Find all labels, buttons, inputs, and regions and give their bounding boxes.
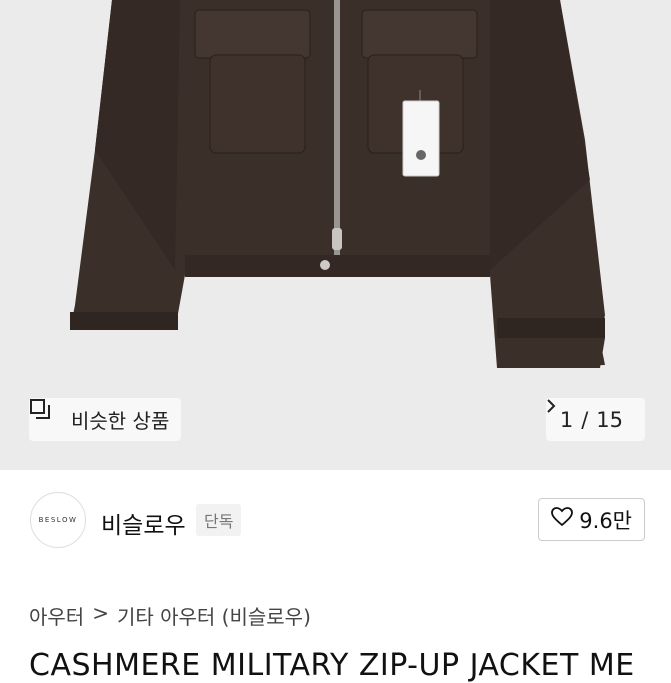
seller-section: BESLOW 비슬로우 단독 9.6만 [0,470,671,574]
like-button[interactable]: 9.6만 [538,498,645,541]
similar-icon [30,399,63,431]
seller-name[interactable]: 비슬로우 [101,506,186,540]
seller-logo-text: BESLOW [38,516,78,524]
heart-icon [551,507,574,532]
product-title: CASHMERE MILITARY ZIP-UP JACKET ME [29,648,635,683]
product-image-gallery[interactable]: 비슷한 상품 1 / 15 [0,0,671,470]
like-count: 9.6만 [579,508,632,533]
similar-products-label: 비슷한 상품 [71,409,170,433]
seller-avatar[interactable]: BESLOW [30,492,86,548]
page-total: 15 [596,407,623,432]
similar-products-button[interactable]: 비슷한 상품 [29,398,182,441]
page-separator: / [581,407,589,432]
page-current: 1 [559,407,574,432]
breadcrumb-level1[interactable]: 아우터 [29,601,84,630]
breadcrumb-separator: > [92,601,109,625]
exclusive-badge: 단독 [196,504,242,536]
image-counter[interactable]: 1 / 15 [545,398,645,441]
breadcrumb: 아우터 > 기타 아우터 (비슬로우) [29,601,311,630]
breadcrumb-level2[interactable]: 기타 아우터 (비슬로우) [117,601,311,630]
